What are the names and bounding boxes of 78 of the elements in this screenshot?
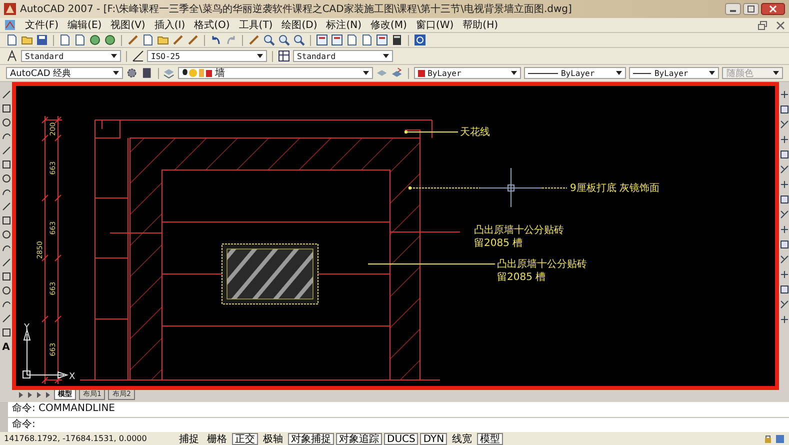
status-toggle[interactable]: 极轴 [260, 432, 286, 444]
multiline-text-tool[interactable]: A [2, 342, 10, 353]
menu-item[interactable]: 格式(O) [194, 18, 230, 32]
line-icon[interactable] [2, 90, 10, 99]
linetype-dropdown[interactable]: ByLayer [524, 67, 626, 79]
menu-item[interactable]: 窗口(W) [416, 18, 454, 32]
menu-item[interactable]: 视图(V) [110, 18, 146, 32]
ucs-axis-icon [22, 328, 69, 378]
dimension-style-icon[interactable] [132, 50, 144, 62]
caret-icon [772, 71, 779, 75]
command-input-field[interactable]: 命令: [8, 418, 789, 432]
x-axis-label: X [69, 372, 76, 382]
lineweight-dropdown[interactable]: ByLayer [629, 67, 720, 79]
last-tab-icon[interactable] [45, 392, 51, 398]
maximize-icon[interactable] [743, 3, 759, 15]
next-tab-icon[interactable] [36, 392, 42, 398]
status-toggle[interactable]: 模型 [477, 432, 504, 444]
annotation-text: 凸出原墙十公分贴砖 [497, 259, 587, 270]
layer-state-icon [182, 68, 212, 78]
coordinates-readout: 141768.1792, -17684.1531, 0.0000 [4, 433, 148, 444]
layer-dropdown[interactable]: 墙 [178, 67, 374, 79]
caret-icon [113, 71, 120, 75]
caret-icon [709, 71, 716, 75]
menu-item[interactable]: 插入(I) [154, 18, 186, 32]
caret-icon [111, 54, 117, 58]
menu-item[interactable]: 帮助(H) [462, 18, 498, 32]
status-toggle[interactable]: DYN [420, 432, 448, 444]
caret-icon [383, 54, 389, 58]
leader-line [404, 130, 458, 134]
status-toggle[interactable]: 栅格 [204, 432, 230, 444]
text-style-icon[interactable] [6, 50, 18, 62]
status-toggle[interactable]: 对象追踪 [336, 432, 382, 444]
layer-manager-icon[interactable] [163, 67, 176, 79]
annotation-text: 留2085 槽 [497, 272, 546, 283]
close-icon[interactable] [776, 20, 785, 30]
dimension-style-dropdown[interactable]: ISO-25 [147, 50, 267, 62]
table-style-icon[interactable] [278, 50, 290, 62]
zoom-window-icon[interactable] [278, 34, 290, 46]
autocad-logo-icon [4, 3, 16, 15]
gear-icon[interactable] [126, 67, 138, 79]
annotation-text: 天花线 [460, 127, 490, 138]
caret-icon [257, 54, 263, 58]
first-tab-icon[interactable] [18, 392, 24, 398]
status-toggle[interactable]: 对象捕捉 [288, 432, 334, 444]
annotation-text: 凸出原墙十公分贴砖 [474, 225, 564, 236]
table-style-dropdown[interactable]: Standard [293, 50, 393, 62]
annotation-text: 留2085 槽 [474, 238, 523, 249]
caret-icon [616, 71, 622, 75]
annotation-text: 9厘板打底 灰镜饰面 [570, 183, 660, 194]
calculator-icon[interactable] [391, 34, 403, 46]
menu-item[interactable]: 修改(M) [370, 18, 407, 32]
status-toggle[interactable]: 线宽 [449, 432, 476, 444]
status-toggle[interactable]: DUCS [384, 432, 418, 444]
caret-icon [510, 71, 517, 75]
undo-icon[interactable] [210, 34, 222, 46]
close-icon[interactable] [761, 3, 785, 15]
caret-icon [363, 71, 370, 75]
y-axis-label: Y [24, 323, 30, 333]
circle-icon[interactable] [2, 174, 10, 183]
restore-icon[interactable] [758, 20, 767, 30]
zoom-previous-icon[interactable] [293, 34, 305, 46]
lock-icon[interactable] [763, 434, 773, 444]
menu-item[interactable]: 标注(N) [326, 18, 362, 32]
tray-icon[interactable] [775, 434, 785, 444]
menu-item[interactable]: 绘图(D) [282, 18, 318, 32]
zoom-realtime-icon[interactable] [263, 34, 275, 46]
menu-item[interactable]: 编辑(E) [68, 18, 102, 32]
minimize-icon[interactable] [725, 3, 741, 15]
menu-item[interactable]: 工具(T) [238, 18, 273, 32]
menu-item[interactable]: 文件(F) [25, 18, 59, 32]
status-toggle[interactable]: 捕捉 [176, 432, 202, 444]
text-style-dropdown[interactable]: Standard [21, 50, 121, 62]
crosshair-cursor [480, 168, 542, 208]
workspace-dropdown[interactable]: AutoCAD 经典 [6, 67, 124, 79]
save-icon[interactable] [36, 34, 48, 46]
window-title: AutoCAD 2007 - [F:\朱峰课程一三季全\菜鸟的华丽逆袭软件课程之CAD家装施工图\课程\第十三节\电视背景墙立面图.dwg] [20, 2, 572, 16]
status-toggle[interactable]: 正交 [232, 432, 258, 444]
color-dropdown[interactable]: ByLayer [414, 67, 521, 79]
